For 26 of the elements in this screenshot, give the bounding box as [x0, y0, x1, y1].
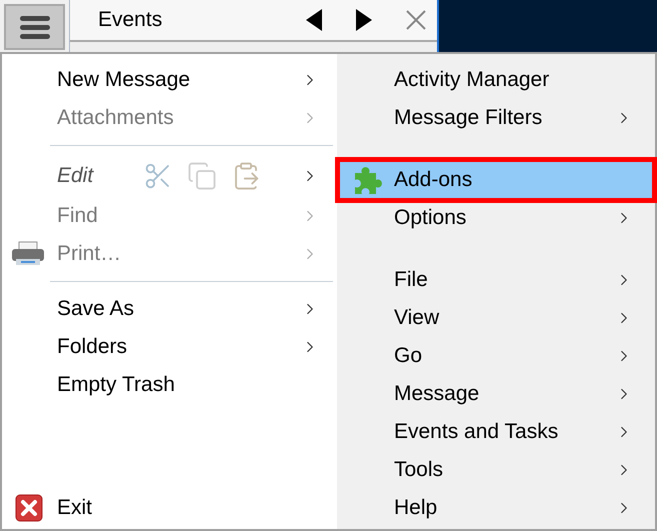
menu-item[interactable]: Save As: [2, 290, 337, 328]
menu-item[interactable]: Exit: [2, 489, 337, 527]
menu-item[interactable]: Message: [339, 375, 653, 413]
menu-item[interactable]: Add-ons: [339, 161, 653, 199]
menu-item[interactable]: Activity Manager: [339, 61, 653, 99]
close-icon: [15, 494, 43, 522]
menu-item[interactable]: Go: [339, 337, 653, 375]
menu-button[interactable]: [4, 4, 65, 50]
previous-icon[interactable]: [305, 8, 323, 32]
menu-item[interactable]: Folders: [2, 328, 337, 366]
menu-item[interactable]: Empty Trash: [2, 366, 337, 404]
tab[interactable]: Events: [70, 0, 437, 42]
copy-icon: [187, 160, 217, 190]
menu-item[interactable]: Message Filters: [339, 99, 653, 137]
menu-item[interactable]: New Message: [2, 61, 337, 99]
menu-item[interactable]: Help: [339, 489, 653, 527]
menu-item[interactable]: File: [339, 261, 653, 299]
menu-item[interactable]: Edit: [2, 154, 337, 197]
close-icon[interactable]: [405, 9, 427, 31]
menu-icon: [18, 13, 52, 41]
menu-item[interactable]: View: [339, 299, 653, 337]
next-icon[interactable]: [355, 8, 373, 32]
menu-item[interactable]: Tools: [339, 451, 653, 489]
menu-item[interactable]: Events and Tasks: [339, 413, 653, 451]
printer-icon: [11, 241, 45, 267]
menu-item[interactable]: Options: [339, 199, 653, 237]
